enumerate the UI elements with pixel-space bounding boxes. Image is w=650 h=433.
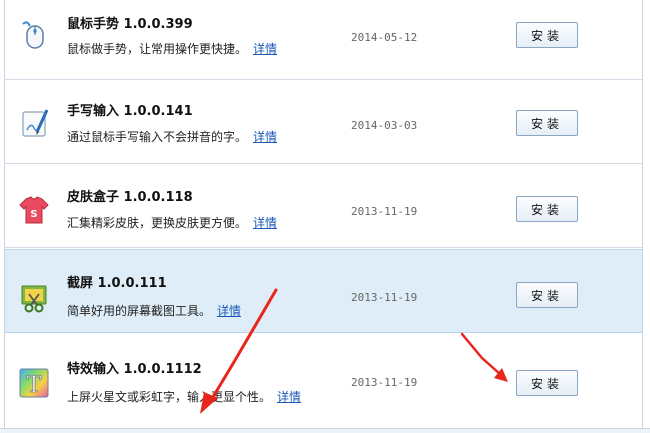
install-button[interactable]: 安装 [516, 370, 578, 396]
details-link[interactable]: 详情 [253, 130, 277, 144]
plugin-name: 特效输入 1.0.0.1112 [67, 362, 202, 377]
plugin-row-effect-input[interactable]: T 特效输入 1.0.0.1112 上屏火星文或彩虹字，输入更显个性。 详情 20… [5, 336, 642, 420]
release-date: 2013-11-19 [351, 376, 418, 389]
plugin-description-text: 上屏火星文或彩虹字，输入更显个性。 [67, 390, 272, 404]
skin-shirt-icon: S [17, 193, 51, 227]
plugin-description: 通过鼠标手写输入不会拼音的字。 详情 [67, 128, 277, 145]
svg-text:T: T [27, 373, 42, 398]
screenshot-scissors-icon [17, 280, 51, 314]
release-date: 2013-11-19 [351, 205, 418, 218]
plugin-window: 鼠标手势 1.0.0.399 鼠标做手势，让常用操作更快捷。 详情 2014-05… [0, 0, 650, 433]
plugin-row-screenshot[interactable]: 截屏 1.0.0.111 简单好用的屏幕截图工具。 详情 2013-11-19 安… [5, 249, 642, 333]
plugin-list: 鼠标手势 1.0.0.399 鼠标做手势，让常用操作更快捷。 详情 2014-05… [4, 0, 643, 428]
plugin-description: 汇集精彩皮肤，更换皮肤更方便。 详情 [67, 214, 277, 231]
install-button[interactable]: 安装 [516, 110, 578, 136]
plugin-description: 鼠标做手势，让常用操作更快捷。 详情 [67, 40, 277, 57]
plugin-description-text: 简单好用的屏幕截图工具。 [67, 304, 212, 318]
plugin-description-text: 汇集精彩皮肤，更换皮肤更方便。 [67, 216, 248, 230]
plugin-name: 皮肤盒子 1.0.0.118 [67, 190, 193, 205]
mouse-icon [17, 18, 51, 52]
details-link[interactable]: 详情 [253, 216, 277, 230]
status-bar [0, 428, 650, 433]
install-button[interactable]: 安装 [516, 196, 578, 222]
svg-text:S: S [30, 209, 37, 220]
install-button[interactable]: 安装 [516, 282, 578, 308]
details-link[interactable]: 详情 [217, 304, 241, 318]
install-button[interactable]: 安装 [516, 22, 578, 48]
handwriting-pen-icon [17, 106, 51, 140]
plugin-row-handwriting[interactable]: 手写输入 1.0.0.141 通过鼠标手写输入不会拼音的字。 详情 2014-03… [5, 80, 642, 164]
plugin-description: 简单好用的屏幕截图工具。 详情 [67, 302, 241, 319]
plugin-name: 截屏 1.0.0.111 [67, 276, 167, 291]
details-link[interactable]: 详情 [253, 42, 277, 56]
plugin-description-text: 鼠标做手势，让常用操作更快捷。 [67, 42, 248, 56]
plugin-name: 鼠标手势 1.0.0.399 [67, 17, 193, 32]
plugin-description-text: 通过鼠标手写输入不会拼音的字。 [67, 130, 248, 144]
plugin-row-skin-box[interactable]: S 皮肤盒子 1.0.0.118 汇集精彩皮肤，更换皮肤更方便。 详情 2013-… [5, 164, 642, 248]
plugin-description: 上屏火星文或彩虹字，输入更显个性。 详情 [67, 388, 301, 405]
release-date: 2014-05-12 [351, 31, 418, 44]
release-date: 2013-11-19 [351, 291, 418, 304]
release-date: 2014-03-03 [351, 119, 418, 132]
plugin-row-mouse-gesture[interactable]: 鼠标手势 1.0.0.399 鼠标做手势，让常用操作更快捷。 详情 2014-05… [5, 0, 642, 80]
rainbow-text-icon: T [17, 366, 51, 400]
plugin-name: 手写输入 1.0.0.141 [67, 104, 193, 119]
details-link[interactable]: 详情 [277, 390, 301, 404]
